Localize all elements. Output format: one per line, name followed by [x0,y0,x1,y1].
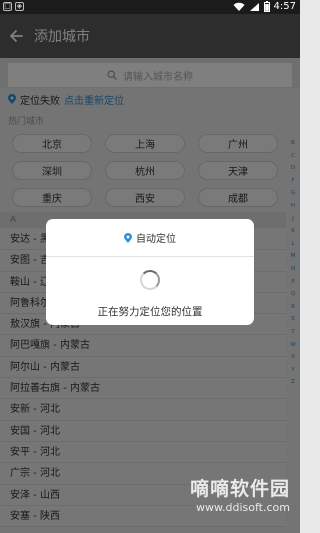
notification-icons: □ ◈ [3,2,24,11]
shield-icon: ◈ [15,2,24,11]
watermark: 嘀嘀软件园 www.ddisoft.com [190,474,290,514]
watermark-url: www.ddisoft.com [196,501,290,514]
status-bar: □ ◈ 4:57 [0,0,300,14]
wifi-icon [233,2,245,11]
battery-icon [263,1,270,12]
location-pin-icon [124,232,132,243]
signal-icon [249,2,259,11]
clock: 4:57 [273,1,296,12]
locating-dialog: 自动定位 正在努力定位您的位置 [46,219,254,325]
dialog-header: 自动定位 [46,219,254,257]
loading-spinner-icon [140,270,160,290]
dialog-message: 正在努力定位您的位置 [97,306,203,318]
dialog-title: 自动定位 [136,234,176,245]
notification-icon: □ [3,2,12,11]
watermark-title: 嘀嘀软件园 [189,478,290,500]
